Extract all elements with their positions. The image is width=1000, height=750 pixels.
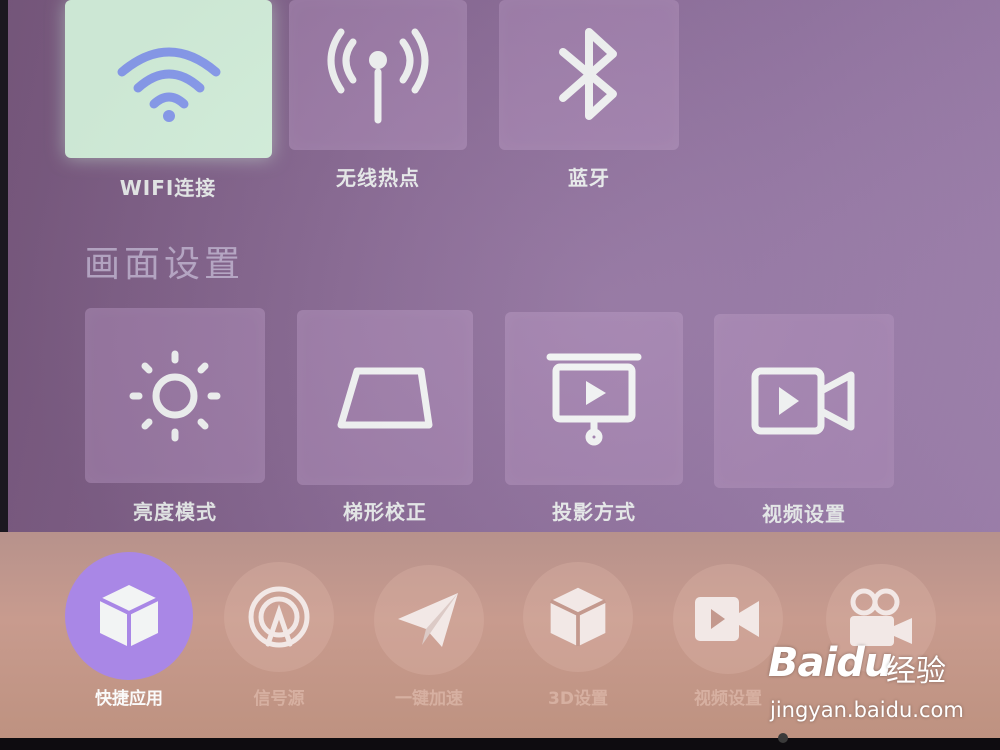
dock-one-key-boost-button[interactable] — [374, 565, 484, 675]
paper-plane-icon — [398, 593, 458, 647]
projection-mode-tile[interactable] — [505, 312, 683, 485]
projection-mode-label: 投影方式 — [552, 500, 636, 524]
dock-signal-source-label: 信号源 — [253, 689, 305, 709]
bluetooth-tile[interactable] — [499, 0, 679, 150]
trapezoid-icon — [337, 367, 433, 428]
watermark-logo: Baidu 经验 jingyan.baidu.com — [768, 640, 988, 730]
dock-3d-settings-label: 3D设置 — [548, 689, 608, 709]
screen-bezel — [0, 738, 1000, 750]
video-settings-tile[interactable] — [714, 314, 894, 488]
brightness-tile[interactable] — [85, 308, 265, 483]
watermark-suffix: 经验 — [886, 654, 946, 689]
dock-3d-settings-button[interactable] — [523, 562, 633, 672]
brightness-label: 亮度模式 — [133, 500, 217, 524]
bezel-indicator — [778, 733, 788, 743]
dock-quick-apps-label: 快捷应用 — [95, 689, 163, 709]
dock-video-settings-label: 视频设置 — [694, 689, 762, 709]
video-camera-icon — [751, 367, 855, 435]
bluetooth-label: 蓝牙 — [568, 166, 610, 190]
keystone-label: 梯形校正 — [343, 500, 427, 524]
cube-icon — [99, 585, 159, 647]
hotspot-label: 无线热点 — [336, 166, 420, 190]
projector-screen-icon — [546, 353, 642, 445]
hotspot-tile[interactable] — [289, 0, 467, 150]
keystone-tile[interactable] — [297, 310, 473, 485]
dock-video-settings-button[interactable] — [673, 564, 783, 674]
dock-quick-apps-button[interactable] — [65, 552, 193, 680]
watermark-url: jingyan.baidu.com — [770, 698, 964, 722]
hotspot-icon — [327, 28, 429, 124]
watermark-brand: Baidu — [768, 640, 892, 686]
bluetooth-icon — [559, 28, 617, 120]
dock-signal-source-button[interactable] — [224, 562, 334, 672]
video-camera-icon — [695, 597, 759, 641]
signal-source-icon — [248, 586, 310, 648]
wifi-icon — [117, 47, 220, 122]
video-settings-label: 视频设置 — [762, 502, 846, 526]
cube-3d-icon — [549, 587, 607, 647]
wifi-tile[interactable] — [65, 0, 272, 158]
sun-icon — [129, 350, 221, 441]
picture-settings-title: 画面设置 — [84, 244, 245, 285]
dock-one-key-boost-label: 一键加速 — [395, 689, 463, 709]
wifi-label: WIFI连接 — [119, 176, 217, 200]
